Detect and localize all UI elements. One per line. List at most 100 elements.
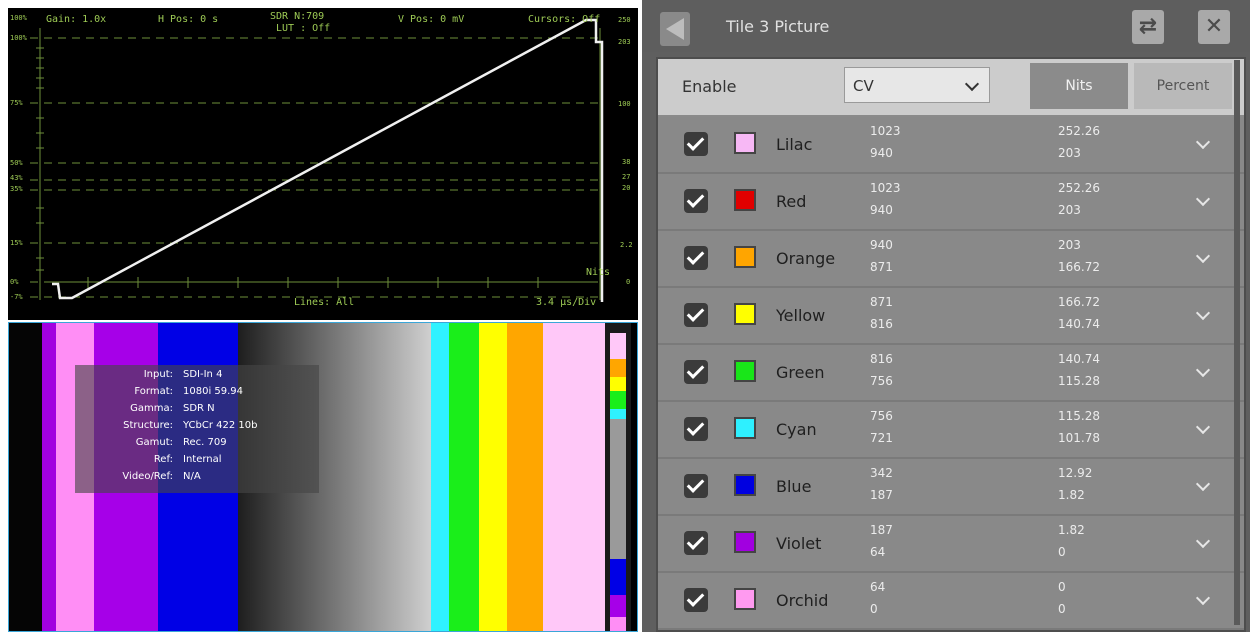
enable-checkbox[interactable] (684, 360, 708, 384)
enable-checkbox[interactable] (684, 303, 708, 327)
chevron-down-icon[interactable] (1195, 533, 1211, 549)
enable-checkbox[interactable] (684, 246, 708, 270)
color-swatch[interactable] (734, 531, 756, 553)
color-row[interactable]: Yellow 871 816 166.72 140.74 (658, 288, 1244, 345)
signal-info-overlay: Input: SDI-In 4 Format: 1080i 59.94 Gamma:… (75, 365, 319, 493)
info-value: N/A (183, 471, 201, 482)
chevron-down-icon[interactable] (1195, 419, 1211, 435)
info-key: Ref: (153, 454, 173, 465)
enable-label: Enable (682, 77, 737, 96)
color-name: Blue (776, 477, 812, 496)
enable-checkbox[interactable] (684, 531, 708, 555)
nits-upper: 115.28 (1058, 409, 1100, 423)
left-scale-label: 75% (10, 99, 23, 107)
color-row[interactable]: Cyan 756 721 115.28 101.78 (658, 402, 1244, 459)
chevron-down-icon[interactable] (1195, 191, 1211, 207)
color-swatch[interactable] (734, 474, 756, 496)
chevron-down-icon[interactable] (1195, 134, 1211, 150)
info-value: Rec. 709 (183, 437, 227, 448)
enable-checkbox[interactable] (684, 588, 708, 612)
cv-lower: 871 (870, 260, 893, 274)
color-settings-list: Enable CV Nits Percent Lilac 1023 940 252.2… (656, 57, 1246, 632)
nits-lower: 1.82 (1058, 488, 1085, 502)
v-pos-readout: V Pos: 0 mV (398, 14, 465, 25)
bar-black (9, 323, 42, 631)
color-swatch[interactable] (734, 189, 756, 211)
color-swatch[interactable] (734, 246, 756, 268)
color-name: Lilac (776, 135, 813, 154)
color-name: Orange (776, 249, 836, 268)
bar-orange (507, 323, 543, 631)
info-value: SDR N (183, 403, 215, 414)
nits-upper: 1.82 (1058, 523, 1085, 537)
color-swatch[interactable] (734, 360, 756, 382)
value-type-select[interactable]: CV (844, 67, 990, 103)
color-row[interactable]: Orange 940 871 203 166.72 (658, 231, 1244, 288)
right-scale-label: 2.2 (620, 241, 633, 249)
right-scale-label: 203 (618, 38, 631, 46)
color-row[interactable]: Red 1023 940 252.26 203 (658, 174, 1244, 231)
chevron-down-icon[interactable] (1195, 590, 1211, 606)
chevron-down-icon[interactable] (1195, 476, 1211, 492)
color-row[interactable]: Blue 342 187 12.92 1.82 (658, 459, 1244, 516)
nits-lower: 166.72 (1058, 260, 1100, 274)
color-name: Cyan (776, 420, 817, 439)
stack-meter (605, 323, 631, 631)
enable-checkbox[interactable] (684, 132, 708, 156)
color-name: Red (776, 192, 807, 211)
back-arrow-icon[interactable] (660, 12, 690, 46)
color-row[interactable]: Violet 187 64 1.82 0 (658, 516, 1244, 573)
nits-lower: 115.28 (1058, 374, 1100, 388)
color-row[interactable]: Green 816 756 140.74 115.28 (658, 345, 1244, 402)
waveform-trace (52, 18, 604, 302)
right-scale-label: 100 (618, 100, 631, 108)
chevron-down-icon[interactable] (1195, 362, 1211, 378)
waveform-display[interactable]: Gain: 1.0x H Pos: 0 s SDR N:709 LUT : Of… (8, 8, 638, 320)
chevron-down-icon[interactable] (1195, 248, 1211, 264)
enable-checkbox[interactable] (684, 189, 708, 213)
color-swatch[interactable] (734, 303, 756, 325)
info-key: Input: (143, 369, 173, 380)
cv-upper: 940 (870, 238, 893, 252)
bar-yellow (479, 323, 507, 631)
right-scale-label: 250 (618, 16, 631, 24)
cv-upper: 342 (870, 466, 893, 480)
nits-lower: 203 (1058, 146, 1081, 160)
color-swatch[interactable] (734, 417, 756, 439)
info-key: Format: (134, 386, 173, 397)
sdr-readout: SDR N:709 (270, 11, 325, 22)
percent-button[interactable]: Percent (1134, 63, 1232, 109)
info-value: YCbCr 422 10b (183, 420, 258, 431)
color-row[interactable]: Lilac 1023 940 252.26 203 (658, 117, 1244, 174)
cv-upper: 64 (870, 580, 886, 594)
h-pos-readout: H Pos: 0 s (158, 14, 219, 25)
bar-violet (42, 323, 56, 631)
lut-readout: LUT : Off (276, 23, 331, 34)
cv-lower: 64 (870, 545, 886, 559)
info-key: Video/Ref: (122, 471, 173, 482)
cv-lower: 187 (870, 488, 893, 502)
color-swatch[interactable] (734, 588, 756, 610)
scrollbar[interactable] (1234, 60, 1240, 625)
close-icon[interactable]: ✕ (1198, 10, 1230, 44)
cv-upper: 756 (870, 409, 893, 423)
nits-button[interactable]: Nits (1030, 63, 1128, 109)
enable-checkbox[interactable] (684, 474, 708, 498)
nits-upper: 166.72 (1058, 295, 1100, 309)
nits-upper: 252.26 (1058, 181, 1100, 195)
color-row[interactable]: Orchid 64 0 0 0 (658, 573, 1244, 630)
chevron-down-icon[interactable] (1195, 305, 1211, 321)
lines-readout: Lines: All (294, 297, 355, 308)
picture-display[interactable]: Input: SDI-In 4 Format: 1080i 59.94 Gamma:… (8, 322, 638, 632)
cv-upper: 1023 (870, 181, 901, 195)
color-swatch[interactable] (734, 132, 756, 154)
enable-checkbox[interactable] (684, 417, 708, 441)
nits-lower: 0 (1058, 545, 1066, 559)
cv-lower: 0 (870, 602, 878, 616)
cv-upper: 816 (870, 352, 893, 366)
nits-upper: 0 (1058, 580, 1066, 594)
swap-icon[interactable]: ⇄ (1132, 10, 1164, 44)
info-key: Gamut: (135, 437, 173, 448)
enable-header-row: Enable CV Nits Percent (658, 59, 1244, 117)
right-scale-label: 20 (622, 184, 631, 192)
